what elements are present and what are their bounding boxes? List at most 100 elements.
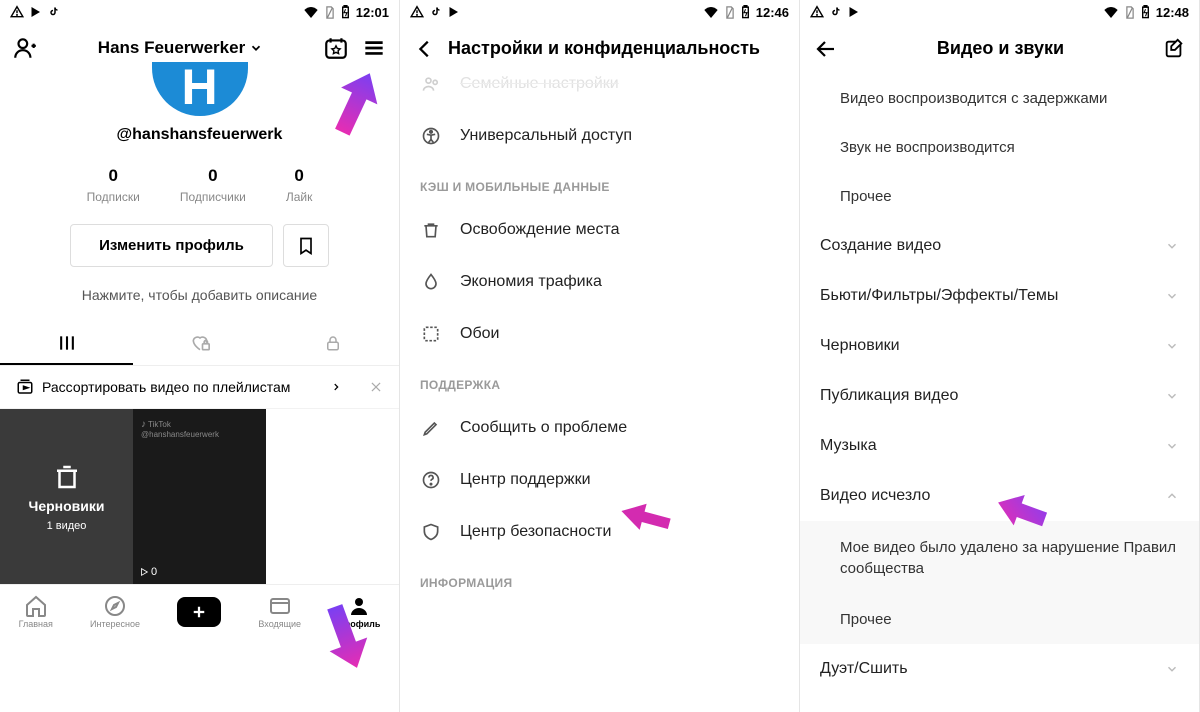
sim-icon: [1125, 6, 1135, 19]
nav-home[interactable]: Главная: [19, 594, 53, 629]
tab-private[interactable]: [266, 323, 399, 365]
add-friend-icon[interactable]: [12, 35, 38, 61]
bottom-nav: Главная Интересное Входящие Профиль: [0, 584, 399, 638]
wallpaper-icon: [421, 324, 441, 344]
sub-item[interactable]: Звук не воспроизводится: [800, 123, 1199, 172]
back-arrow-icon[interactable]: [814, 37, 838, 61]
playlist-icon: [16, 378, 34, 396]
battery-icon: [741, 5, 750, 19]
row-safety-center[interactable]: Центр безопасности: [400, 506, 799, 558]
video-grid: Черновики 1 видео ♪ TikTok @hanshansfeue…: [0, 409, 399, 584]
row-wallpaper[interactable]: Обои: [400, 308, 799, 360]
row-accessibility[interactable]: Универсальный доступ: [400, 110, 799, 162]
bookmark-button[interactable]: [283, 224, 329, 267]
shield-icon: [421, 522, 441, 542]
wifi-icon: [703, 6, 719, 18]
settings-list[interactable]: Семейные настройки Универсальный доступ …: [400, 74, 799, 712]
category-row[interactable]: Публикация видео: [800, 371, 1199, 421]
family-icon: [421, 74, 441, 94]
nav-create[interactable]: [177, 597, 221, 627]
stat-likes[interactable]: 0Лайк: [286, 166, 313, 204]
stat-following[interactable]: 0Подписки: [87, 166, 140, 204]
status-time: 12:46: [756, 5, 789, 20]
profile-icon: [347, 594, 371, 618]
row-help-center[interactable]: Центр поддержки: [400, 454, 799, 506]
chevron-down-icon: [1165, 239, 1179, 253]
section-support: ПОДДЕРЖКА: [400, 360, 799, 402]
category-row[interactable]: Создание видео: [800, 221, 1199, 271]
nav-profile[interactable]: Профиль: [338, 594, 380, 629]
calendar-star-icon[interactable]: [323, 35, 349, 61]
screen-profile: 12:01 Hans Feuerwerker H @hanshansfeuerw…: [0, 0, 400, 712]
category-row[interactable]: Музыка: [800, 421, 1199, 471]
stats-row: 0Подписки 0Подписчики 0Лайк: [0, 166, 399, 204]
tab-liked[interactable]: [133, 323, 266, 365]
category-row-expanded[interactable]: Видео исчезло: [800, 471, 1199, 521]
screen-video-sounds: 12:48 Видео и звуки Видео воспроизводитс…: [800, 0, 1200, 712]
category-row[interactable]: Бьюти/Фильтры/Эффекты/Темы: [800, 271, 1199, 321]
chevron-down-icon: [249, 41, 263, 55]
tiktok-icon: [830, 5, 842, 19]
screen-settings: 12:46 Настройки и конфиденциальность Сем…: [400, 0, 800, 712]
play-store-icon: [30, 5, 42, 19]
settings-appbar: Настройки и конфиденциальность: [400, 24, 799, 74]
bookmark-icon: [296, 236, 316, 256]
sub-item[interactable]: Мое видео было удалено за нарушение Прав…: [800, 521, 1199, 595]
wifi-icon: [303, 6, 319, 18]
tiktok-icon: [430, 5, 442, 19]
status-time: 12:48: [1156, 5, 1189, 20]
compass-icon: [103, 594, 127, 618]
row-family[interactable]: Семейные настройки: [400, 74, 799, 110]
sim-icon: [725, 6, 735, 19]
sub-item[interactable]: Прочее: [800, 172, 1199, 221]
section-cache: КЭШ И МОБИЛЬНЫЕ ДАННЫЕ: [400, 162, 799, 204]
page-title: Видео и звуки: [850, 38, 1151, 59]
hamburger-icon[interactable]: [361, 35, 387, 61]
play-store-icon: [848, 5, 860, 19]
chevron-right-icon: [331, 380, 341, 394]
status-bar: 12:01: [0, 0, 399, 24]
status-bar: 12:48: [800, 0, 1199, 24]
stat-followers[interactable]: 0Подписчики: [180, 166, 246, 204]
trash-icon: [421, 220, 441, 240]
warning-icon: [410, 5, 424, 19]
tab-grid[interactable]: [0, 323, 133, 365]
sub-item[interactable]: Прочее: [800, 595, 1199, 644]
chevron-down-icon: [1165, 662, 1179, 676]
playlist-sort-row[interactable]: Рассортировать видео по плейлистам: [0, 366, 399, 409]
row-report-problem[interactable]: Сообщить о проблеме: [400, 402, 799, 454]
play-count: 0: [139, 566, 157, 578]
username: @hanshansfeuerwerk: [0, 126, 399, 144]
category-row[interactable]: Черновики: [800, 321, 1199, 371]
nav-inbox[interactable]: Входящие: [258, 594, 301, 629]
back-icon[interactable]: [414, 38, 436, 60]
video-tile[interactable]: ♪ TikTok @hanshansfeuerwerk 0: [133, 409, 266, 584]
grid-icon: [57, 333, 77, 353]
sim-icon: [325, 6, 335, 19]
display-name-switcher[interactable]: Hans Feuerwerker: [50, 38, 311, 58]
compose-icon[interactable]: [1163, 38, 1185, 60]
drafts-tile[interactable]: Черновики 1 видео: [0, 409, 133, 584]
play-store-icon: [448, 5, 460, 19]
report-list[interactable]: Видео воспроизводится с задержками Звук …: [800, 74, 1199, 712]
row-free-space[interactable]: Освобождение места: [400, 204, 799, 256]
nav-discover[interactable]: Интересное: [90, 594, 140, 629]
battery-icon: [341, 5, 350, 19]
warning-icon: [10, 5, 24, 19]
category-row[interactable]: Дуэт/Сшить: [800, 644, 1199, 694]
expanded-group: Мое видео было удалено за нарушение Прав…: [800, 521, 1199, 644]
chevron-down-icon: [1165, 389, 1179, 403]
avatar[interactable]: H: [0, 62, 399, 116]
close-icon[interactable]: [369, 380, 383, 394]
bio-prompt[interactable]: Нажмите, чтобы добавить описание: [0, 287, 399, 303]
drafts-icon: [52, 462, 82, 492]
play-icon: [139, 567, 149, 577]
inbox-icon: [268, 594, 292, 618]
chevron-down-icon: [1165, 289, 1179, 303]
content-tabs: [0, 323, 399, 366]
tiktok-watermark: ♪ TikTok @hanshansfeuerwerk: [141, 419, 219, 439]
empty-tile: [266, 409, 399, 584]
row-data-saver[interactable]: Экономия трафика: [400, 256, 799, 308]
sub-item[interactable]: Видео воспроизводится с задержками: [800, 74, 1199, 123]
edit-profile-button[interactable]: Изменить профиль: [70, 224, 273, 267]
